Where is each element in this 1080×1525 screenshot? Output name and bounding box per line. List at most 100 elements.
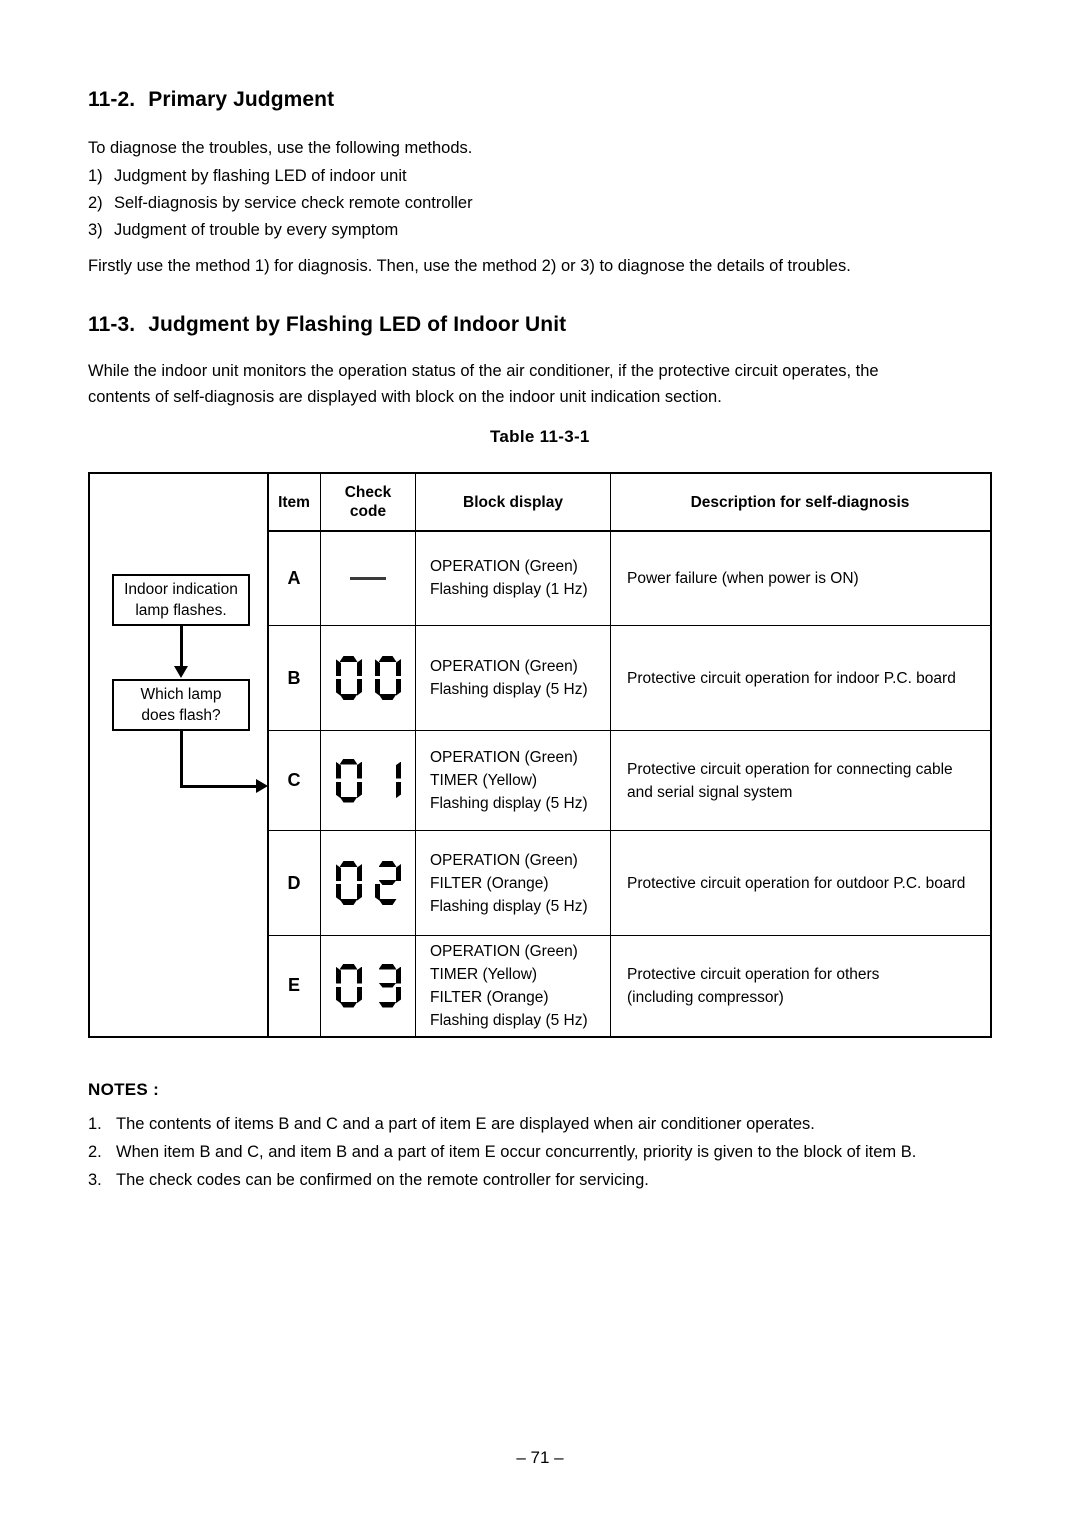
item-cell-a: A bbox=[287, 567, 301, 588]
block-display-line: TIMER (Yellow) bbox=[430, 772, 538, 789]
description-line: Protective circuit operation for indoor … bbox=[627, 669, 956, 687]
note-marker-1: 1. bbox=[88, 1115, 102, 1133]
description-cell-e: Protective circuit operation for others … bbox=[611, 936, 1015, 1035]
header-item: Item bbox=[278, 493, 310, 511]
method-text-3: Judgment of trouble by every symptom bbox=[114, 221, 399, 239]
seven-segment-display-02 bbox=[335, 861, 401, 905]
description-line: Protective circuit operation for others bbox=[627, 965, 880, 983]
block-display-line: FILTER (Orange) bbox=[430, 988, 549, 1006]
seven-segment-digit-0 bbox=[335, 964, 362, 1008]
seven-segment-digit-0 bbox=[335, 861, 362, 905]
method-marker-1: 1) bbox=[88, 167, 103, 185]
seven-segment-display-03 bbox=[335, 964, 401, 1008]
document-page: 11-2. Primary Judgment To diagnose the tr… bbox=[0, 0, 1080, 1525]
block-display-cell-a: OPERATION (Green) Flashing display (1 Hz… bbox=[416, 531, 624, 625]
method-text-1: Judgment by flashing LED of indoor unit bbox=[114, 167, 407, 185]
block-display-line: OPERATION (Green) bbox=[430, 558, 578, 575]
diagnosis-table: Item Check code Block display Descriptio… bbox=[88, 472, 992, 1038]
block-display-cell-b: OPERATION (Green) Flashing display (5 Hz… bbox=[416, 626, 624, 730]
seven-segment-display-00 bbox=[335, 656, 401, 700]
note-item-3: 3. The check codes can be confirmed on th… bbox=[88, 1168, 649, 1192]
notes-title: NOTES : bbox=[88, 1080, 160, 1099]
note-marker-3: 3. bbox=[88, 1171, 102, 1189]
item-cell-c: C bbox=[287, 770, 301, 790]
check-code-cell-e bbox=[321, 936, 415, 1035]
description-line: Power failure (when power is ON) bbox=[627, 569, 859, 587]
method-item-1: 1) Judgment by flashing LED of indoor uni… bbox=[88, 163, 407, 189]
header-block-display: Block display bbox=[463, 493, 563, 511]
header-check-code: Check code bbox=[321, 474, 415, 530]
note-text-1: The contents of items B and C and a part… bbox=[116, 1115, 815, 1133]
block-display-cell-e: OPERATION (Green) TIMER (Yellow) FILTER … bbox=[416, 936, 624, 1035]
table-caption: Table 11-3-1 bbox=[490, 427, 590, 446]
seven-segment-digit-0 bbox=[335, 759, 362, 803]
check-code-dash-icon bbox=[350, 576, 386, 580]
method-text-2: Self-diagnosis by service check remote c… bbox=[114, 194, 473, 212]
check-code-cell-b bbox=[321, 626, 415, 730]
description-line: Protective circuit operation for connect… bbox=[627, 760, 953, 778]
note-marker-2: 2. bbox=[88, 1143, 102, 1161]
seven-segment-digit-0 bbox=[335, 656, 362, 700]
block-display-line: Flashing display (5 Hz) bbox=[430, 681, 588, 698]
header-check-code-line1: Check bbox=[344, 484, 392, 501]
block-display-line: TIMER (Yellow) bbox=[430, 965, 538, 983]
section-11-3-paragraph-line2: contents of self-diagnosis are displayed… bbox=[88, 388, 722, 406]
section-title: Primary Judgment bbox=[148, 88, 335, 111]
block-display-line: Flashing display (5 Hz) bbox=[430, 897, 588, 915]
block-display-line: FILTER (Orange) bbox=[430, 874, 549, 892]
flow-connector-horizontal bbox=[180, 785, 258, 788]
header-description: Description for self-diagnosis bbox=[690, 493, 910, 511]
flow-box-1-line2: lamp flashes. bbox=[135, 602, 227, 619]
note-item-2: 2. When item B and C, and item B and a pa… bbox=[88, 1140, 916, 1164]
method-marker-2: 2) bbox=[88, 194, 103, 212]
description-line: (including compressor) bbox=[627, 988, 784, 1006]
flow-box-indoor-indication: Indoor indication lamp flashes. bbox=[112, 574, 250, 626]
block-display-line: Flashing display (5 Hz) bbox=[430, 1011, 588, 1029]
block-display-line: Flashing display (5 Hz) bbox=[430, 795, 588, 812]
block-display-line: Flashing display (1 Hz) bbox=[430, 581, 588, 598]
method-marker-3: 3) bbox=[88, 221, 103, 239]
page-number: – 71 – bbox=[516, 1448, 564, 1467]
check-code-cell-c bbox=[321, 731, 415, 830]
description-cell-a: Power failure (when power is ON) bbox=[611, 531, 1015, 625]
flow-box-2-line2: does flash? bbox=[141, 707, 221, 724]
section-number: 11-2. bbox=[88, 88, 136, 111]
header-check-code-line2: code bbox=[349, 503, 387, 520]
block-display-line: OPERATION (Green) bbox=[430, 851, 578, 869]
flow-box-which-lamp: Which lamp does flash? bbox=[112, 679, 250, 731]
block-display-line: OPERATION (Green) bbox=[430, 942, 578, 960]
flow-arrowhead-right bbox=[256, 779, 268, 793]
seven-segment-display-01 bbox=[335, 759, 401, 803]
block-display-cell-d: OPERATION (Green) FILTER (Orange) Flashi… bbox=[416, 831, 624, 935]
description-line: Protective circuit operation for outdoor… bbox=[627, 874, 966, 892]
section-heading-11-2: 11-2. Primary Judgment bbox=[88, 88, 334, 112]
item-cell-d: D bbox=[287, 872, 301, 893]
description-cell-d: Protective circuit operation for outdoor… bbox=[611, 831, 1015, 935]
section-11-3-paragraph-line1: While the indoor unit monitors the opera… bbox=[88, 362, 879, 380]
block-display-line: OPERATION (Green) bbox=[430, 658, 578, 675]
check-code-cell-a bbox=[321, 531, 415, 625]
flow-box-1-line1: Indoor indication bbox=[124, 581, 238, 598]
description-cell-b: Protective circuit operation for indoor … bbox=[611, 626, 1015, 730]
section-number: 11-3. bbox=[88, 313, 136, 336]
description-cell-c: Protective circuit operation for connect… bbox=[611, 731, 1015, 830]
seven-segment-digit-3 bbox=[375, 964, 401, 1008]
seven-segment-digit-0 bbox=[374, 656, 401, 700]
section-11-2-intro: To diagnose the troubles, use the follow… bbox=[88, 139, 473, 157]
flow-box-2-line1: Which lamp bbox=[140, 686, 222, 703]
item-cell-e: E bbox=[287, 975, 300, 995]
seven-segment-digit-2 bbox=[375, 861, 401, 905]
flow-connector-vertical-2 bbox=[180, 731, 183, 787]
method-item-3: 3) Judgment of trouble by every symptom bbox=[88, 217, 398, 243]
block-display-line: OPERATION (Green) bbox=[430, 749, 578, 766]
note-text-3: The check codes can be confirmed on the … bbox=[116, 1171, 649, 1189]
check-code-cell-d bbox=[321, 831, 415, 935]
description-line: and serial signal system bbox=[627, 783, 793, 801]
seven-segment-digit-1 bbox=[375, 759, 401, 803]
item-cell-b: B bbox=[287, 667, 301, 688]
flow-connector-vertical-1 bbox=[180, 626, 183, 671]
flow-arrowhead-down bbox=[174, 666, 188, 678]
section-11-2-closing: Firstly use the method 1) for diagnosis.… bbox=[88, 257, 851, 275]
note-text-2: When item B and C, and item B and a part… bbox=[116, 1143, 917, 1161]
section-heading-11-3: 11-3. Judgment by Flashing LED of Indoor … bbox=[88, 313, 566, 337]
